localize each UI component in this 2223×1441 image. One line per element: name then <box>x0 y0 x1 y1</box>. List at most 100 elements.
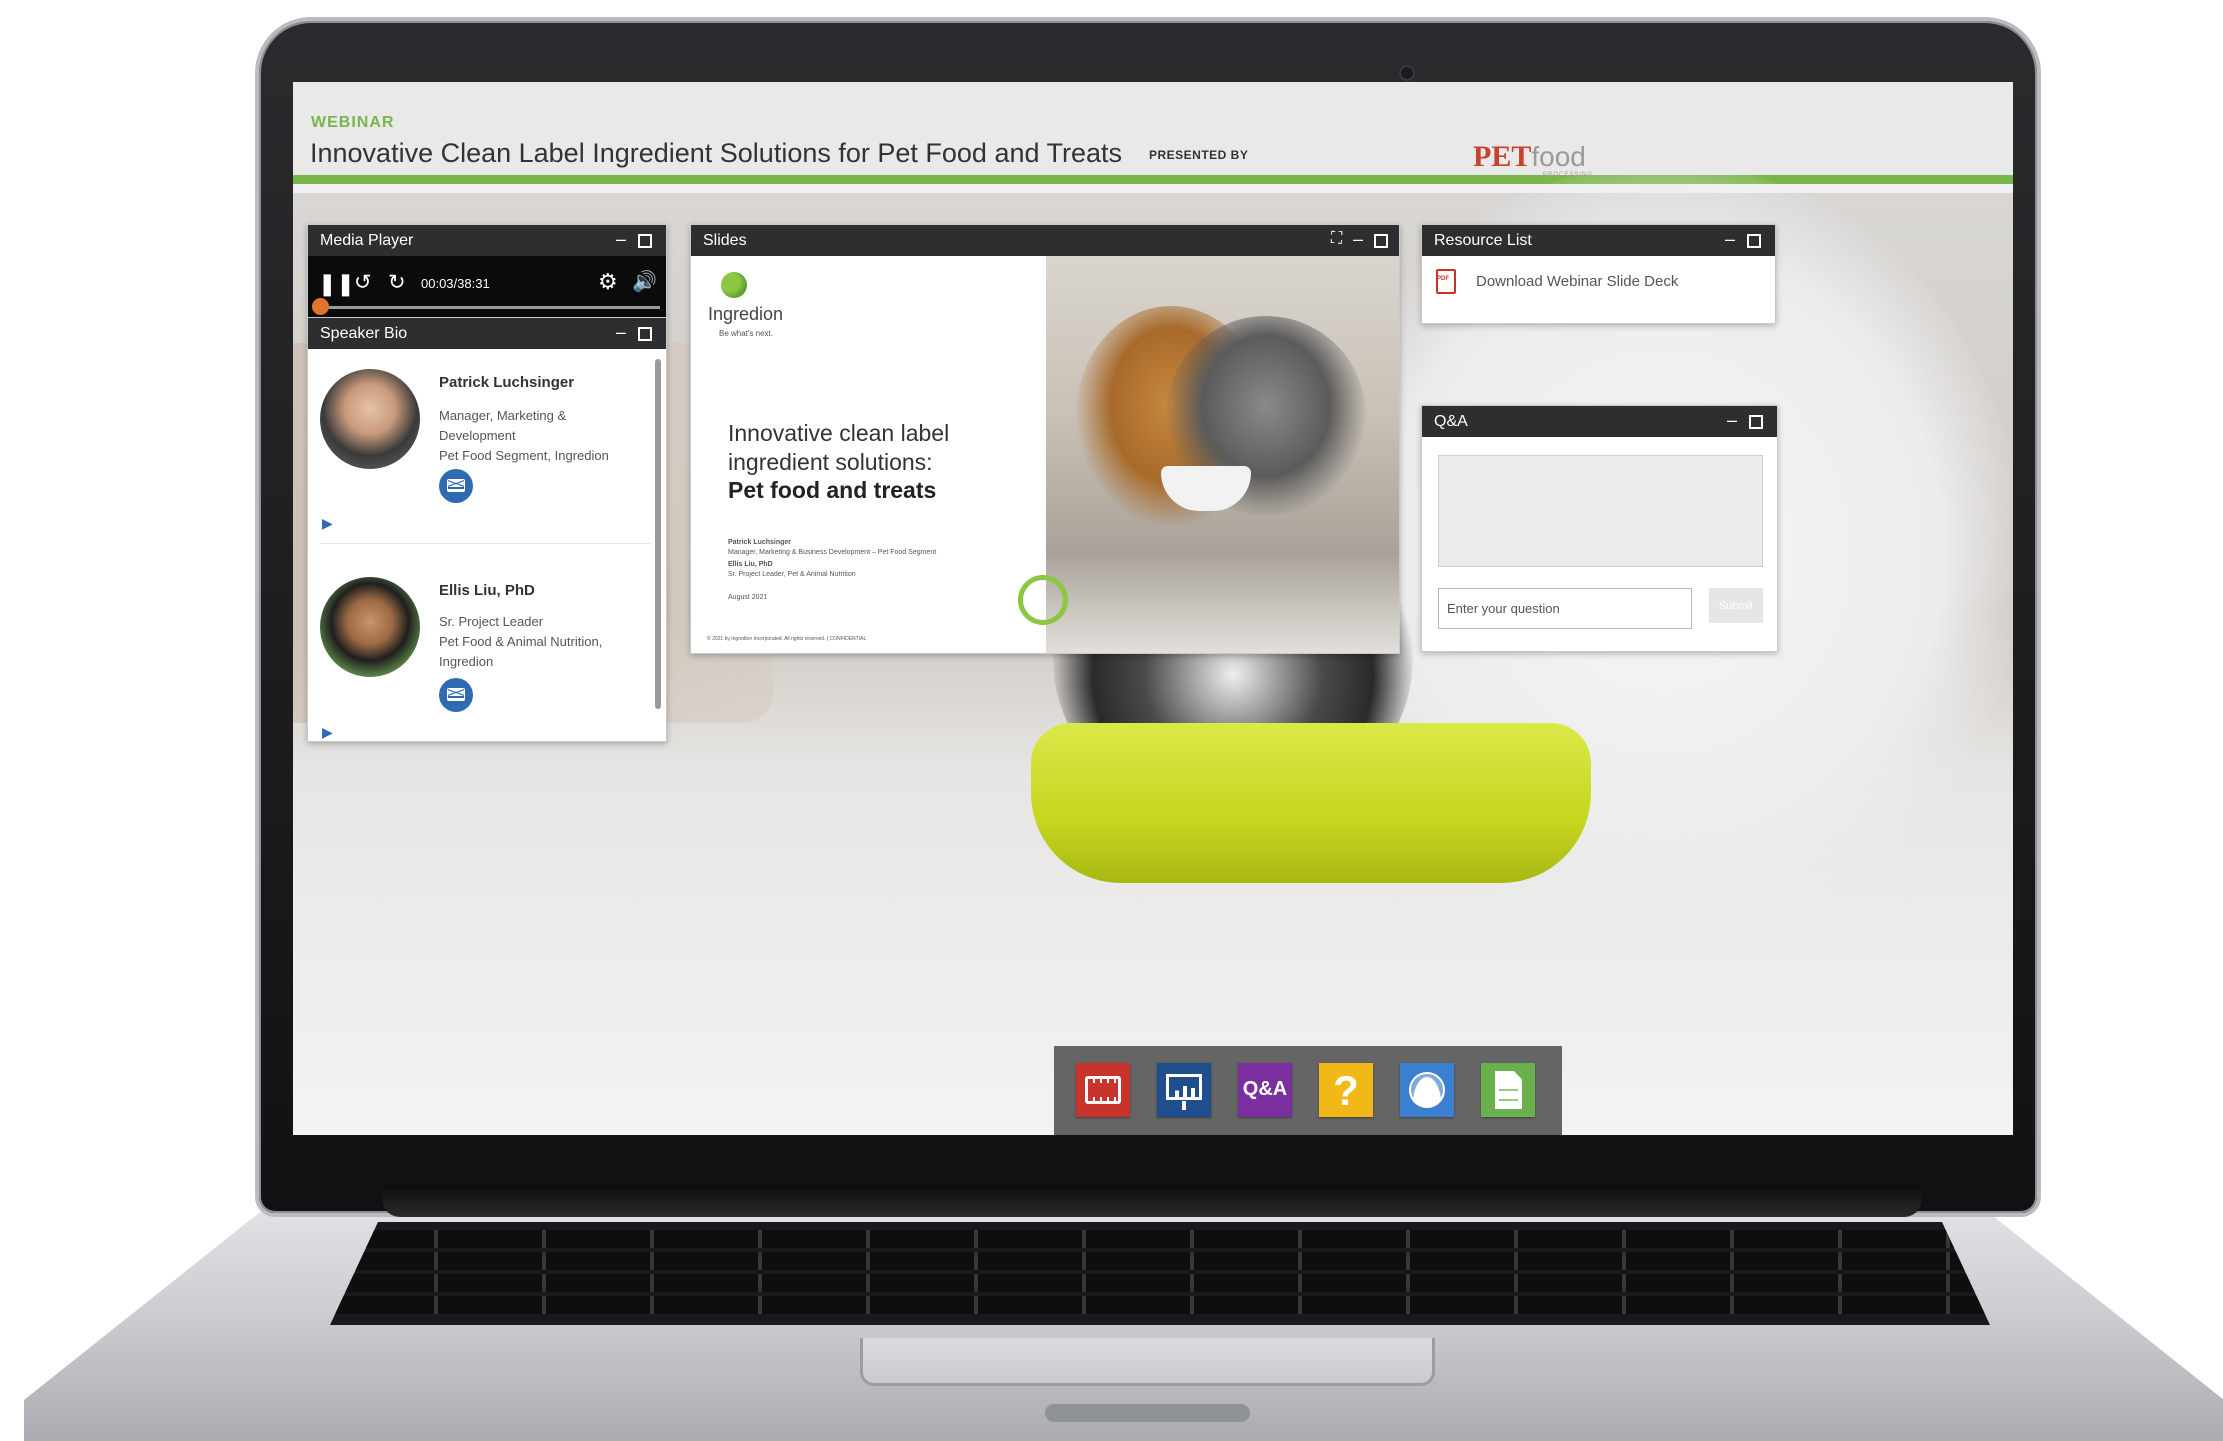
speaker-name: Ellis Liu, PhD <box>439 582 535 599</box>
submit-button[interactable]: Submit <box>1709 588 1763 623</box>
minimize-button[interactable]: – <box>1725 225 1735 256</box>
slides-window: Slides ⛶ – Ingredion Be what's next. Inn… <box>690 224 1400 654</box>
laptop-notch <box>1045 1404 1250 1422</box>
logo-main: PET <box>1473 140 1532 173</box>
resource-list-window: Resource List – Download Webinar Slide D… <box>1421 224 1776 324</box>
expand-bio-arrow[interactable]: ▶ <box>322 515 333 532</box>
laptop-hinge <box>382 1185 1922 1217</box>
scrollbar[interactable] <box>655 359 661 709</box>
bottom-dock: Q&A ? <box>1054 1046 1562 1135</box>
gear-icon[interactable]: ⚙ <box>598 269 618 295</box>
qa-titlebar: Q&A <box>1422 406 1777 437</box>
maximize-button[interactable] <box>1374 234 1388 248</box>
dock-speaker-bio-button[interactable] <box>1400 1063 1454 1117</box>
loading-ring-icon <box>1018 575 1068 625</box>
laptop-trackpad <box>860 1338 1435 1386</box>
minimize-button[interactable]: – <box>1727 406 1737 437</box>
email-icon <box>447 688 465 701</box>
qa-conversation-area <box>1438 455 1763 567</box>
seek-handle[interactable] <box>312 298 330 315</box>
document-icon <box>1495 1071 1522 1109</box>
slide-presenter1-title: Manager, Marketing & Business Developmen… <box>728 549 937 556</box>
slide-date: August 2021 <box>728 594 768 601</box>
resource-label[interactable]: Download Webinar Slide Deck <box>1476 273 1736 290</box>
person-icon <box>1409 1072 1445 1108</box>
question-input[interactable] <box>1438 588 1692 629</box>
webinar-eyebrow: WEBINAR <box>311 114 395 131</box>
playback-time: 00:03/38:31 <box>421 276 490 291</box>
divider <box>320 543 650 544</box>
presentation-stand <box>1182 1101 1186 1110</box>
slide-presenter2-title: Sr. Project Leader, Pet & Animal Nutriti… <box>728 571 856 578</box>
maximize-button[interactable] <box>638 234 652 248</box>
minimize-button[interactable]: – <box>616 318 626 349</box>
pdf-icon <box>1436 269 1456 294</box>
page-title: Innovative Clean Label Ingredient Soluti… <box>310 138 1123 168</box>
forward-icon[interactable]: ↻ <box>388 270 406 295</box>
media-controls: ❚❚ ↺ ↻ 00:03/38:31 ⚙ 🔊 <box>308 256 666 318</box>
webcam <box>1399 65 1415 81</box>
slide-footer: © 2021 by Ingredion Incorporated. All ri… <box>707 636 867 642</box>
speaker-org: Pet Food & Animal Nutrition, Ingredion <box>439 634 603 669</box>
slide-heading: Innovative clean label ingredient soluti… <box>728 419 1028 477</box>
slide-presenter2-name: Ellis Liu, PhD <box>728 561 773 568</box>
ingredion-leaf-icon <box>721 272 747 298</box>
slides-titlebar: Slides <box>691 225 1399 256</box>
presentation-icon <box>1166 1074 1202 1100</box>
slides-title: Slides <box>703 232 747 249</box>
resource-list-titlebar: Resource List <box>1422 225 1775 256</box>
webinar-header: WEBINAR Innovative Clean Label Ingredien… <box>293 82 2013 184</box>
media-player-window: Media Player – ❚❚ ↺ ↻ 00:03/38:31 ⚙ 🔊 <box>307 224 667 318</box>
film-icon <box>1085 1076 1121 1104</box>
dock-resources-button[interactable] <box>1481 1063 1535 1117</box>
petfood-logo: PETfood <box>1473 140 1586 174</box>
dock-media-player-button[interactable] <box>1076 1063 1130 1117</box>
bg-food-bowl <box>1031 723 1591 883</box>
dock-slides-button[interactable] <box>1157 1063 1211 1117</box>
speaker-name: Patrick Luchsinger <box>439 374 575 391</box>
email-icon <box>447 479 465 492</box>
fullscreen-icon[interactable]: ⛶ <box>1331 225 1342 256</box>
laptop-keyboard <box>330 1222 1990 1325</box>
minimize-button[interactable]: – <box>1353 225 1363 256</box>
seek-bar[interactable] <box>320 306 660 309</box>
slide-heading-line1: Innovative clean label <box>728 420 950 446</box>
help-icon-label: ? <box>1333 1067 1359 1114</box>
maximize-button[interactable] <box>1747 234 1761 248</box>
speaker-role: Manager, Marketing & Development <box>439 408 567 443</box>
speaker-org: Pet Food Segment, Ingredion <box>439 448 609 463</box>
maximize-button[interactable] <box>638 327 652 341</box>
maximize-button[interactable] <box>1749 415 1763 429</box>
dock-qa-button[interactable]: Q&A <box>1238 1063 1292 1117</box>
slide-photo <box>1046 256 1399 653</box>
dock-help-button[interactable]: ? <box>1319 1063 1373 1117</box>
logo-light: food <box>1531 141 1586 172</box>
qa-title: Q&A <box>1434 413 1468 430</box>
qa-icon-label: Q&A <box>1242 1078 1288 1100</box>
qa-window: Q&A – Submit <box>1421 405 1778 652</box>
rewind-icon[interactable]: ↺ <box>354 270 372 295</box>
volume-icon[interactable]: 🔊 <box>632 269 657 294</box>
pause-icon[interactable]: ❚❚ <box>318 271 355 297</box>
speaker-list: Patrick Luchsinger Manager, Marketing & … <box>308 349 666 741</box>
media-player-titlebar: Media Player <box>308 225 666 256</box>
slide-heading-bold: Pet food and treats <box>728 477 937 503</box>
email-button[interactable] <box>439 678 473 712</box>
expand-bio-arrow[interactable]: ▶ <box>322 724 333 741</box>
email-button[interactable] <box>439 469 473 503</box>
avatar <box>320 577 420 677</box>
media-player-title: Media Player <box>320 232 414 249</box>
slide-brand: Ingredion <box>708 304 784 324</box>
speaker-bio-window: Speaker Bio – Patrick Luchsinger Manager… <box>307 317 667 742</box>
slide-content: Ingredion Be what's next. Innovative cle… <box>691 256 1399 653</box>
speaker-role: Sr. Project Leader <box>439 614 544 629</box>
speaker-bio-titlebar: Speaker Bio <box>308 318 666 349</box>
presented-by-label: PRESENTED BY <box>1149 148 1249 162</box>
laptop-screen: WEBINAR Innovative Clean Label Ingredien… <box>293 82 2013 1135</box>
resource-list-title: Resource List <box>1434 232 1532 249</box>
slide-tagline: Be what's next. <box>719 329 773 338</box>
minimize-button[interactable]: – <box>616 225 626 256</box>
speaker-bio-title: Speaker Bio <box>320 325 408 342</box>
slide-heading-line2: ingredient solutions: <box>728 449 933 475</box>
avatar <box>320 369 420 469</box>
